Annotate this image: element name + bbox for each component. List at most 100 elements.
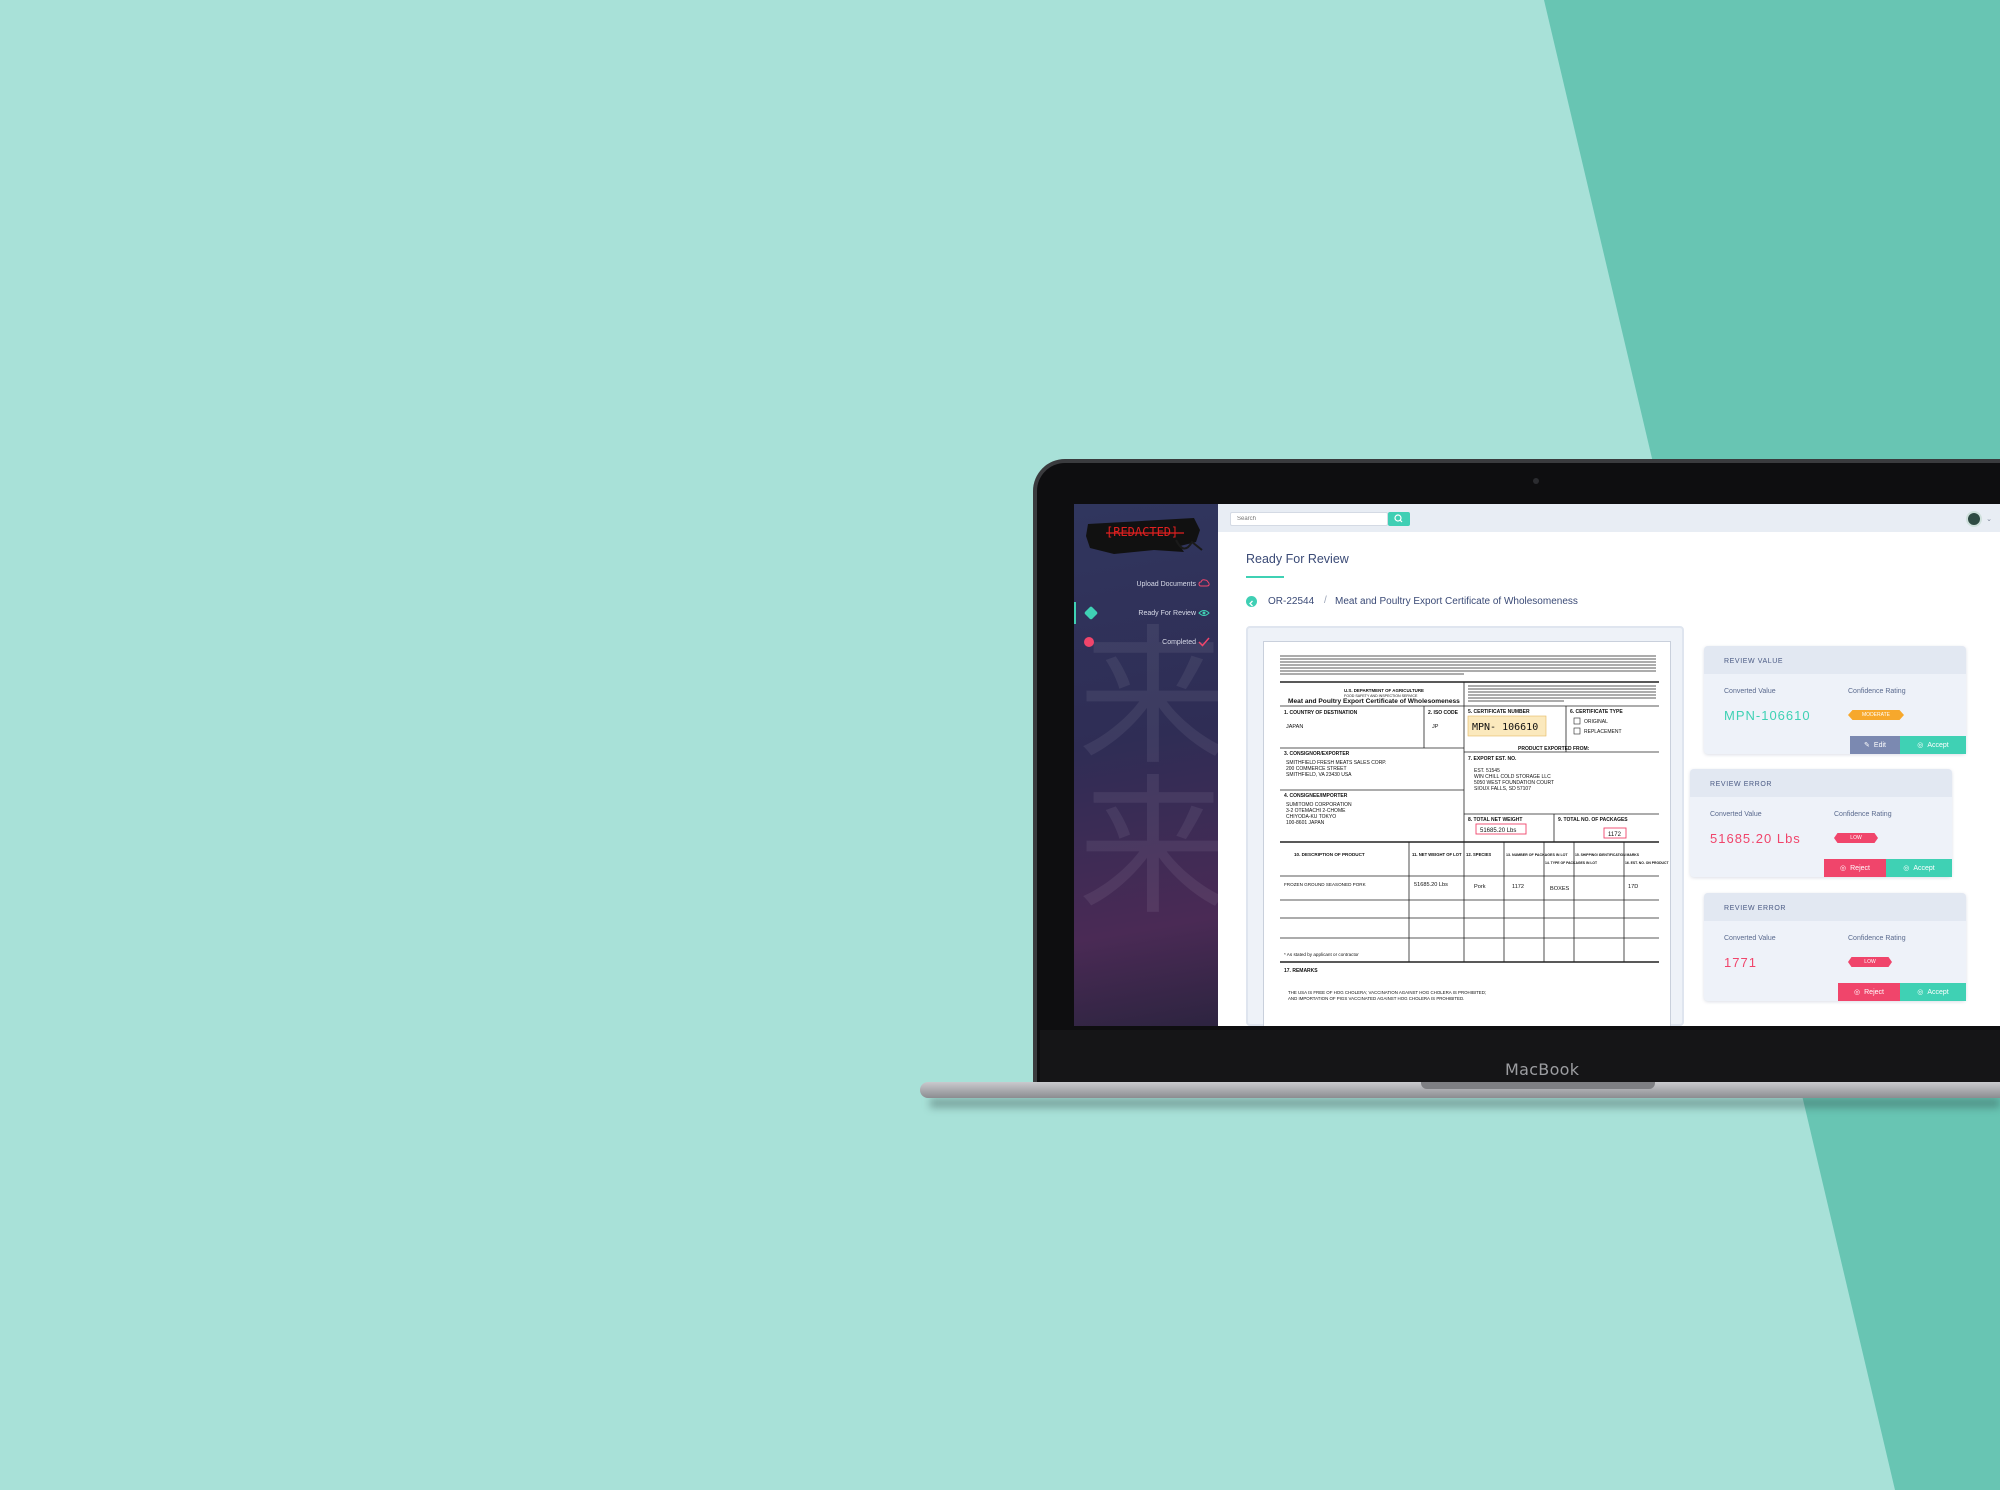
page-title: Ready For Review — [1246, 552, 1349, 566]
nav-completed-label: Completed — [1162, 638, 1196, 646]
review-value-card: REVIEW VALUE Converted Value Confidence … — [1704, 646, 1966, 754]
doc-remarks-l2: AND IMPORTATION OF PIGS VACCINATED AGAIN… — [1288, 996, 1464, 1001]
doc-row-packages: 1172 — [1512, 884, 1524, 890]
confidence-badge: LOW — [1848, 957, 1892, 967]
doc-title: Meat and Poultry Export Certificate of W… — [1288, 698, 1460, 705]
doc-agency: U.S. DEPARTMENT OF AGRICULTURE — [1344, 688, 1424, 693]
doc-f7-l4: SIOUX FALLS, SD 57107 — [1474, 786, 1531, 792]
nav-ready-for-review[interactable]: Ready For Review — [1074, 602, 1218, 624]
doc-remarks: 17. REMARKS — [1284, 968, 1318, 974]
doc-col-12: 12. SPECIES — [1466, 852, 1491, 857]
card-header-label: REVIEW ERROR — [1724, 905, 1787, 912]
doc-f9: 9. TOTAL NO. OF PACKAGES — [1558, 817, 1628, 823]
accept-button-label: Accept — [1927, 741, 1949, 749]
confidence-badge: LOW — [1834, 833, 1878, 843]
breadcrumb-id[interactable]: OR-22544 — [1268, 596, 1314, 607]
edit-button-label: Edit — [1873, 741, 1886, 749]
nav-active-indicator-icon — [1083, 605, 1099, 621]
doc-f9-value: 1172 — [1608, 832, 1622, 838]
accept-button[interactable]: ◎ Accept — [1900, 736, 1966, 754]
doc-f3: 3. CONSIGNOR/EXPORTER — [1284, 751, 1350, 757]
nav-completed[interactable]: Completed — [1074, 631, 1218, 653]
converted-value: 1771 — [1724, 955, 1757, 970]
doc-row-weight: 51685.20 Lbs — [1414, 882, 1448, 888]
converted-value-label: Converted Value — [1724, 688, 1776, 695]
doc-row-species: Pork — [1474, 884, 1486, 890]
sidebar-watermark: 来来 — [1078, 612, 1229, 936]
search-icon — [1394, 514, 1403, 523]
doc-f6-b: REPLACEMENT — [1584, 729, 1622, 735]
nav-upload-documents[interactable]: Upload Documents — [1074, 573, 1218, 595]
doc-col-16: 16. EST. NO. ON PRODUCT — [1625, 861, 1669, 865]
confidence-badge: MODERATE — [1848, 710, 1904, 720]
confidence-rating-label: Confidence Rating — [1848, 935, 1906, 942]
nav-review-label: Ready For Review — [1138, 609, 1196, 617]
doc-col-11: 11. NET WEIGHT OF LOT — [1412, 852, 1462, 857]
search-button[interactable] — [1388, 512, 1410, 526]
shield-x-icon: ◎ — [1854, 989, 1861, 996]
shield-check-icon: ◎ — [1917, 742, 1924, 749]
cloud-upload-icon — [1198, 579, 1210, 587]
chevron-down-icon[interactable]: ⌄ — [1986, 515, 1992, 523]
reject-button-label: Reject — [1864, 988, 1884, 996]
card-header-label: REVIEW VALUE — [1724, 658, 1784, 665]
doc-f6: 6. CERTIFICATE TYPE — [1570, 709, 1623, 715]
laptop-shadow — [930, 1098, 2000, 1108]
doc-f5: 5. CERTIFICATE NUMBER — [1468, 709, 1530, 715]
chevron-left-icon — [1249, 600, 1253, 607]
accept-button[interactable]: ◎ Accept — [1900, 983, 1966, 1001]
laptop-brand: MacBook — [1505, 1060, 1580, 1079]
doc-f3-l3: SMITHFIELD, VA 23430 USA — [1286, 772, 1352, 778]
sidebar: 来来 [REDACTED] Upload Documents Ready For… — [1074, 504, 1228, 1026]
edit-button[interactable]: ✎ Edit — [1850, 736, 1900, 754]
svg-text:[REDACTED]: [REDACTED] — [1106, 525, 1178, 539]
breadcrumb-document: Meat and Poultry Export Certificate of W… — [1335, 596, 1578, 607]
doc-remarks-l1: THE USA IS FREE OF HOG CHOLERA; VACCINAT… — [1288, 990, 1486, 995]
document-viewer[interactable]: U.S. DEPARTMENT OF AGRICULTURE FOOD SAFE… — [1246, 626, 1684, 1026]
doc-f2-value: JP — [1432, 724, 1439, 730]
breadcrumb-separator: / — [1324, 595, 1327, 606]
review-error-card: REVIEW ERROR Converted Value Confidence … — [1704, 893, 1966, 1001]
doc-note: * As stated by applicant or contractor — [1284, 952, 1359, 957]
doc-f4-l4: 100-8601 JAPAN — [1286, 820, 1325, 826]
converted-value-label: Converted Value — [1724, 935, 1776, 942]
review-error-card: REVIEW ERROR Converted Value Confidence … — [1690, 769, 1952, 877]
card-header-label: REVIEW ERROR — [1710, 781, 1773, 788]
confidence-rating-label: Confidence Rating — [1848, 688, 1906, 695]
reject-button-label: Reject — [1850, 864, 1870, 872]
doc-f7: 7. EXPORT EST. NO. — [1468, 756, 1517, 762]
doc-export-from: PRODUCT EXPORTED FROM: — [1518, 746, 1590, 752]
main-panel: ⌄ Ready For Review OR-22544 / Meat and P… — [1218, 504, 2000, 1026]
shield-check-icon: ◎ — [1917, 989, 1924, 996]
doc-f8: 8. TOTAL NET WEIGHT — [1468, 817, 1522, 823]
reject-button[interactable]: ◎ Reject — [1824, 859, 1886, 877]
app-logo: [REDACTED] — [1086, 518, 1203, 554]
doc-f4: 4. CONSIGNEE/IMPORTER — [1284, 793, 1348, 799]
doc-f6-a: ORIGINAL — [1584, 719, 1608, 725]
doc-col-13: 13. NUMBER OF PACKAGES IN LOT — [1506, 853, 1568, 857]
accept-button-label: Accept — [1913, 864, 1935, 872]
top-bar: ⌄ — [1218, 504, 2000, 532]
accept-button[interactable]: ◎ Accept — [1886, 859, 1952, 877]
doc-f5-value: MPN- 106610 — [1472, 722, 1538, 733]
reject-button[interactable]: ◎ Reject — [1838, 983, 1900, 1001]
edit-icon: ✎ — [1864, 742, 1870, 749]
check-icon — [1198, 637, 1210, 647]
avatar[interactable] — [1966, 511, 1982, 527]
converted-value-label: Converted Value — [1710, 811, 1762, 818]
shield-x-icon: ◎ — [1840, 865, 1847, 872]
confidence-rating-label: Confidence Rating — [1834, 811, 1892, 818]
back-button[interactable] — [1246, 596, 1257, 607]
accept-button-label: Accept — [1927, 988, 1949, 996]
converted-value: 51685.20 Lbs — [1710, 831, 1801, 846]
search-input[interactable] — [1230, 512, 1388, 526]
shield-check-icon: ◎ — [1903, 865, 1910, 872]
eye-icon — [1198, 610, 1210, 616]
title-underline — [1246, 576, 1284, 578]
camera — [1533, 478, 1539, 484]
document-page: U.S. DEPARTMENT OF AGRICULTURE FOOD SAFE… — [1264, 642, 1670, 1026]
nav-upload-label: Upload Documents — [1136, 580, 1196, 588]
doc-row-type: BOXES — [1550, 886, 1570, 892]
doc-f2: 2. ISO CODE — [1428, 710, 1459, 716]
doc-col-14: 14. TYPE OF PACKAGES IN LOT — [1545, 861, 1598, 865]
